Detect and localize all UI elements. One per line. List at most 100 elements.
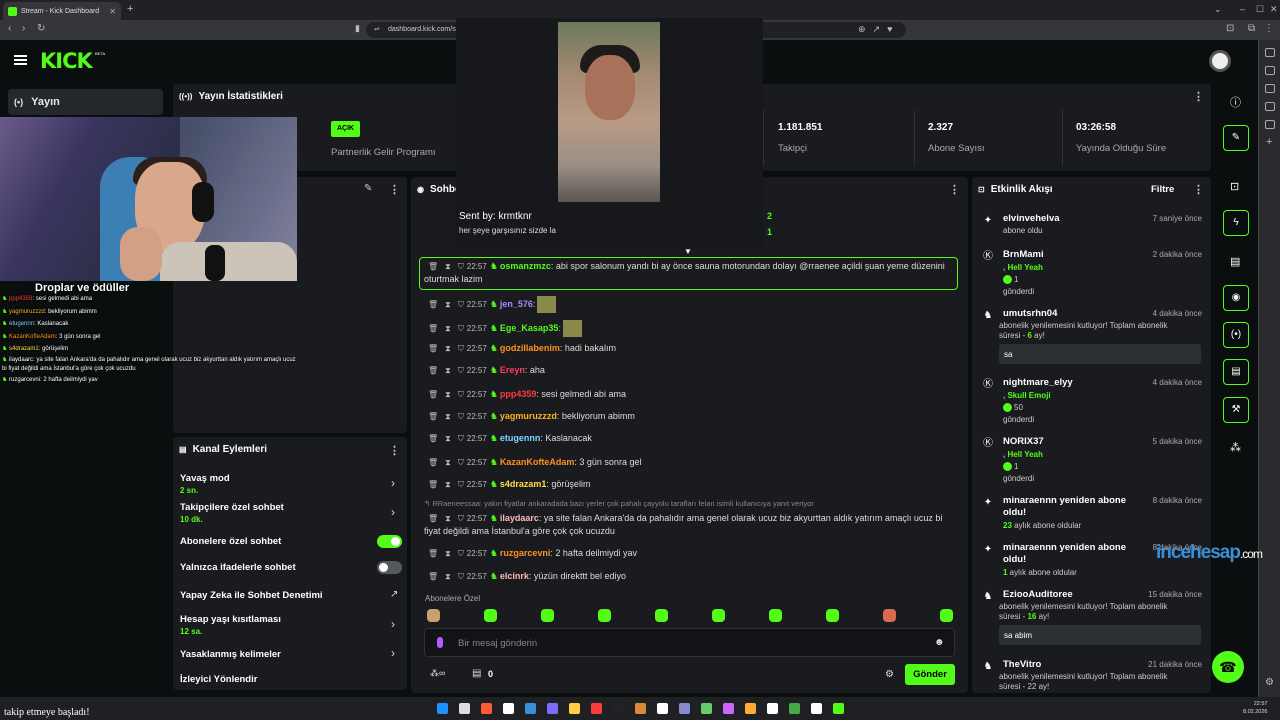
- chat-username[interactable]: ppp4359: [500, 389, 537, 399]
- emote-shortcut[interactable]: [484, 609, 497, 622]
- chat-message[interactable]: 🗑 ⧗ ⛉ 22:57 ♞ Ereyn: aha: [424, 364, 956, 377]
- feed-username[interactable]: nightmare_elyy: [1003, 377, 1073, 388]
- delete-icon[interactable]: 🗑: [428, 390, 438, 399]
- chat-message[interactable]: 🗑 ⧗ ⛉ 22:57 ♞ ppp4359: sesi gelmedi abi ama: [424, 388, 956, 401]
- filter-button[interactable]: Filtre: [1151, 184, 1174, 195]
- user-avatar[interactable]: [1209, 50, 1231, 72]
- taskbar-app-icon[interactable]: [481, 703, 492, 714]
- delete-icon[interactable]: 🗑: [428, 514, 438, 523]
- mod-shield-icon[interactable]: ⛉: [458, 412, 464, 421]
- sidebar-item-live[interactable]: (•) Yayın: [8, 89, 163, 115]
- slow-mode-label[interactable]: Yavaş mod: [180, 473, 230, 484]
- taskbar-app-icon[interactable]: [679, 703, 690, 714]
- chat-username[interactable]: yagmuruzzzd: [500, 411, 557, 421]
- timeout-icon[interactable]: ⧗: [445, 300, 451, 309]
- maximize-icon[interactable]: ☐: [1256, 4, 1264, 15]
- chat-message[interactable]: 🗑 ⧗ ⛉ 22:57 ♞ ilaydaarc: ya site falan Ankara…: [424, 512, 956, 538]
- taskbar-app-icon[interactable]: [789, 703, 800, 714]
- chat-message[interactable]: 🗑 ⧗ ⛉ 22:57 ♞ ruzgarcevni: 2 hafta deilmiydi …: [424, 547, 956, 560]
- feed-username[interactable]: minaraennn yeniden abone oldu!: [1003, 495, 1133, 519]
- close-window-icon[interactable]: ✕: [1270, 4, 1278, 15]
- delete-icon[interactable]: 🗑: [428, 262, 438, 271]
- emote-shortcut[interactable]: [598, 609, 611, 622]
- chat-username[interactable]: godzillabenim: [500, 343, 560, 353]
- close-tab-icon[interactable]: ✕: [109, 7, 116, 16]
- taskbar-app-icon[interactable]: [811, 703, 822, 714]
- emote-shortcut[interactable]: [541, 609, 554, 622]
- timeout-icon[interactable]: ⧗: [445, 324, 451, 333]
- chat-username[interactable]: elcinrk: [500, 571, 529, 581]
- taskbar-app-icon[interactable]: [635, 703, 646, 714]
- timeout-icon[interactable]: ⧗: [445, 366, 451, 375]
- timeout-icon[interactable]: ⧗: [445, 412, 451, 421]
- chat-message[interactable]: 🗑 ⧗ ⛉ 22:57 ♞ godzillabenim: hadi bakalım: [424, 342, 956, 355]
- viewer-redirect-label[interactable]: İzleyici Yönlendir: [180, 674, 257, 685]
- delete-icon[interactable]: 🗑: [428, 366, 438, 375]
- delete-icon[interactable]: 🗑: [428, 458, 438, 467]
- side-panel-icon[interactable]: [1265, 66, 1275, 75]
- store-toggle-button[interactable]: ▤: [1223, 359, 1249, 385]
- emote-shortcut[interactable]: [769, 609, 782, 622]
- browser-tab[interactable]: Stream - Kick Dashboard ✕: [3, 2, 121, 20]
- chat-toggle-button[interactable]: ◉: [1223, 285, 1249, 311]
- emote-shortcut[interactable]: [883, 609, 896, 622]
- screenshot-icon[interactable]: ⊡: [1226, 23, 1234, 34]
- mod-shield-icon[interactable]: ⛉: [458, 549, 464, 558]
- chevron-down-icon[interactable]: ▼: [684, 247, 692, 256]
- mod-shield-icon[interactable]: ⛉: [458, 390, 464, 399]
- broadcast-toggle-button[interactable]: (•): [1223, 322, 1249, 348]
- share-icon[interactable]: ↗: [873, 24, 888, 34]
- chat-username[interactable]: Ereyn: [500, 365, 525, 375]
- delete-icon[interactable]: 🗑: [428, 480, 438, 489]
- chat-message[interactable]: 🗑 ⧗ ⛉ 22:57 ♞ KazanKofteAdam: 3 gün sonra gel: [424, 456, 956, 469]
- timeout-icon[interactable]: ⧗: [445, 514, 451, 523]
- feed-menu-icon[interactable]: ⋮: [1193, 183, 1204, 196]
- mod-shield-icon[interactable]: ⛉: [458, 324, 464, 333]
- preview-menu-icon[interactable]: ⋮: [389, 183, 400, 196]
- account-age-label[interactable]: Hesap yaşı kısıtlaması: [180, 614, 281, 625]
- chat-username[interactable]: s4drazam1: [500, 479, 547, 489]
- feed-username[interactable]: umutsrhn04: [1003, 308, 1057, 319]
- emotes-only-toggle[interactable]: [377, 561, 402, 574]
- extensions-icon[interactable]: ⧉: [1248, 23, 1255, 34]
- chevron-right-icon[interactable]: ›: [391, 476, 395, 490]
- chat-username[interactable]: etugennn: [500, 433, 541, 443]
- delete-icon[interactable]: 🗑: [428, 324, 438, 333]
- taskbar-app-icon[interactable]: [613, 703, 624, 714]
- screen-icon[interactable]: ⊡: [1230, 180, 1239, 193]
- taskbar-app-icon[interactable]: [569, 703, 580, 714]
- chat-message[interactable]: 🗑 ⧗ ⛉ 22:57 ♞ Ege_Kasap35:: [424, 320, 956, 337]
- support-button[interactable]: ☎: [1212, 651, 1244, 683]
- timeout-icon[interactable]: ⧗: [445, 434, 451, 443]
- chat-message[interactable]: 🗑 ⧗ ⛉ 22:57 ♞ etugennn: Kaslanacak: [424, 432, 956, 445]
- add-icon[interactable]: +: [1266, 136, 1272, 148]
- timeout-icon[interactable]: ⧗: [445, 549, 451, 558]
- actions-menu-icon[interactable]: ⋮: [389, 444, 400, 457]
- chat-username[interactable]: jen_576: [500, 299, 533, 309]
- hamburger-menu-icon[interactable]: [14, 55, 27, 65]
- chat-username[interactable]: ruzgarcevni: [500, 548, 551, 558]
- delete-icon[interactable]: 🗑: [428, 434, 438, 443]
- mod-shield-icon[interactable]: ⛉: [458, 480, 464, 489]
- timeout-icon[interactable]: ⧗: [445, 390, 451, 399]
- subs-only-toggle[interactable]: [377, 535, 402, 548]
- emote-shortcut[interactable]: [427, 609, 440, 622]
- menu-icon[interactable]: ⋮: [1264, 23, 1274, 34]
- chat-message[interactable]: 🗑 ⧗ ⛉ 22:57 ♞ osmanzmzc: abi spor salonum yan…: [424, 260, 956, 286]
- delete-icon[interactable]: 🗑: [428, 572, 438, 581]
- timeout-icon[interactable]: ⧗: [445, 262, 451, 271]
- chat-input[interactable]: Bir mesaj gönderin: [424, 628, 955, 657]
- taskbar-app-icon[interactable]: [701, 703, 712, 714]
- banned-words-label[interactable]: Yasaklanmış kelimeler: [180, 649, 281, 660]
- emoji-icon[interactable]: ☻: [934, 637, 945, 648]
- quick-actions-button[interactable]: ϟ: [1223, 210, 1249, 236]
- mod-shield-icon[interactable]: ⛉: [458, 366, 464, 375]
- forward-icon[interactable]: ›: [22, 23, 25, 34]
- delete-icon[interactable]: 🗑: [428, 300, 438, 309]
- delete-icon[interactable]: 🗑: [428, 412, 438, 421]
- emote-shortcut[interactable]: [712, 609, 725, 622]
- notes-icon[interactable]: ▤: [1230, 255, 1240, 268]
- taskbar-app-icon[interactable]: [723, 703, 734, 714]
- side-panel-icon[interactable]: [1265, 102, 1275, 111]
- shield-icon[interactable]: ♥: [887, 24, 899, 34]
